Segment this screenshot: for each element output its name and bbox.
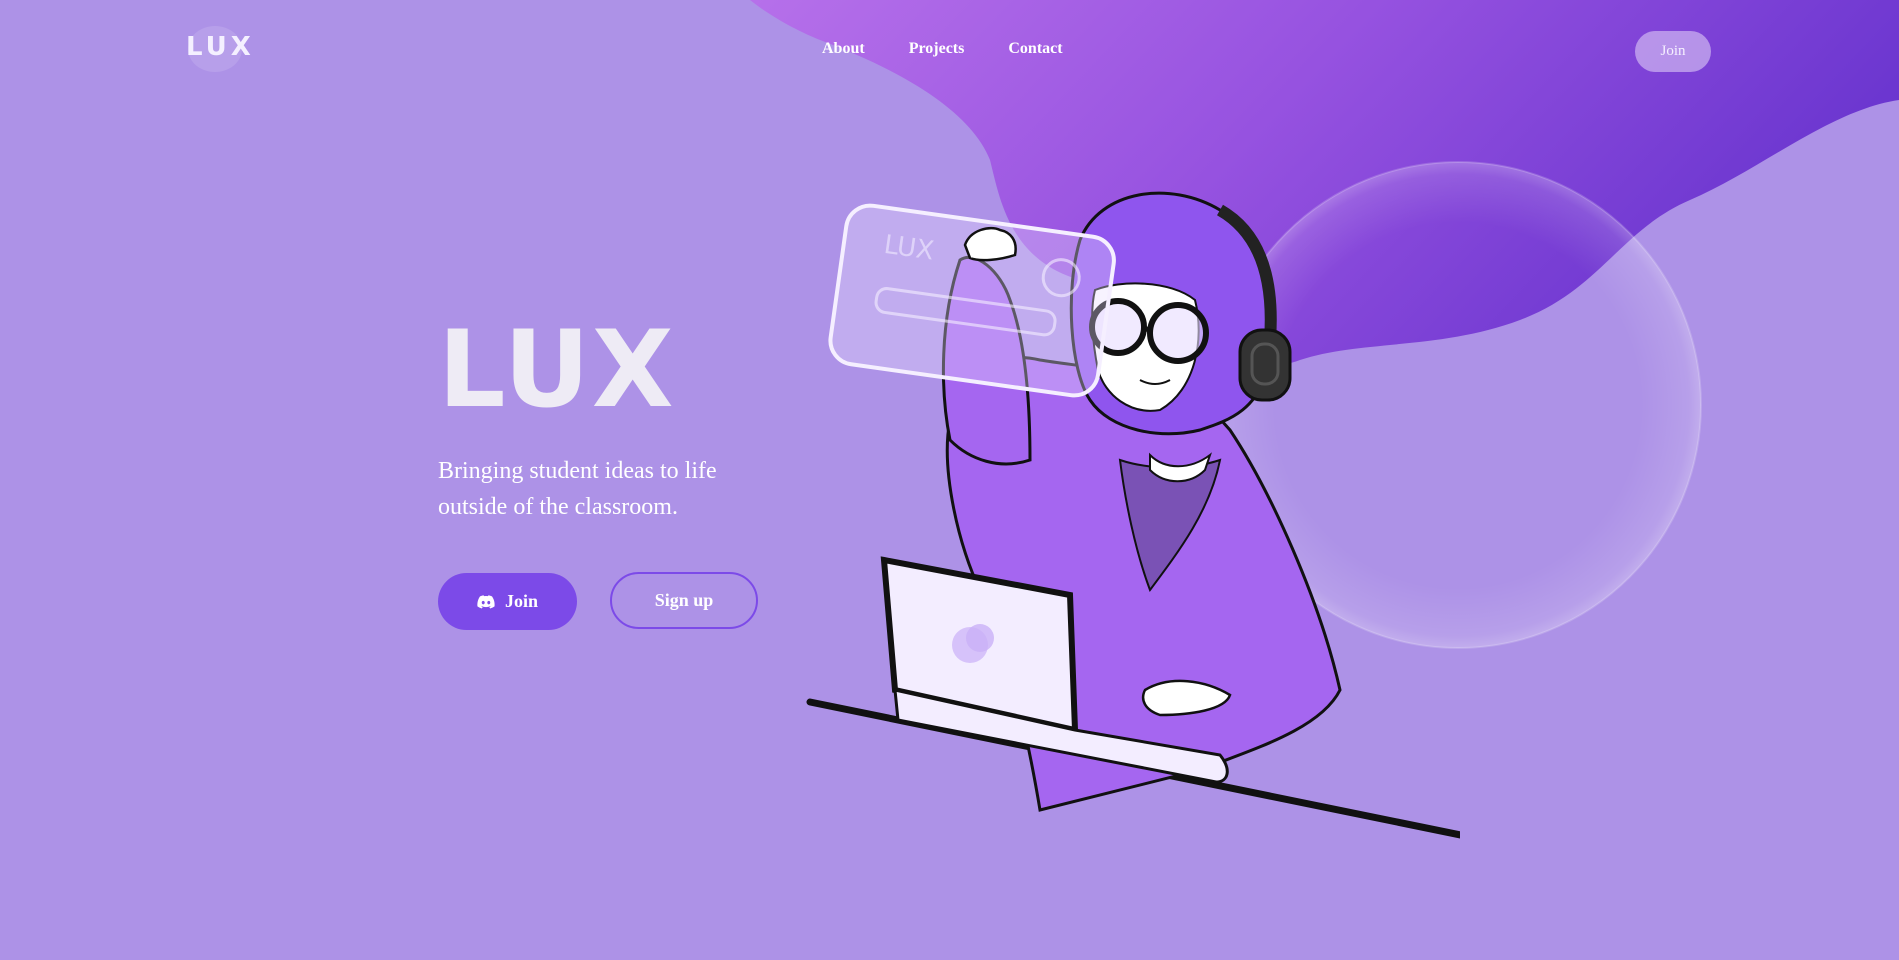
main-nav: About Projects Contact [822, 40, 1063, 58]
hero-signup-button[interactable]: Sign up [610, 572, 758, 629]
glasses-right [1147, 302, 1209, 364]
hero-join-label: Join [504, 591, 538, 611]
nav-logo[interactable]: LUX [186, 32, 255, 62]
hero-title: LUX [438, 308, 676, 431]
headphones-cup [1238, 328, 1292, 402]
glass-panel: LUX [828, 203, 1116, 398]
nav-join-button[interactable]: Join [1635, 31, 1711, 72]
nav-link-about[interactable]: About [822, 40, 865, 58]
nav-link-contact[interactable]: Contact [1008, 40, 1062, 58]
hero-illustration: LUX [806, 191, 1460, 839]
hero-join-button[interactable]: Join [438, 573, 577, 630]
nav-link-projects[interactable]: Projects [909, 40, 965, 58]
hand [963, 226, 1017, 262]
discord-icon [477, 594, 495, 609]
hero-subtitle: Bringing student ideas to life outside o… [438, 458, 717, 520]
